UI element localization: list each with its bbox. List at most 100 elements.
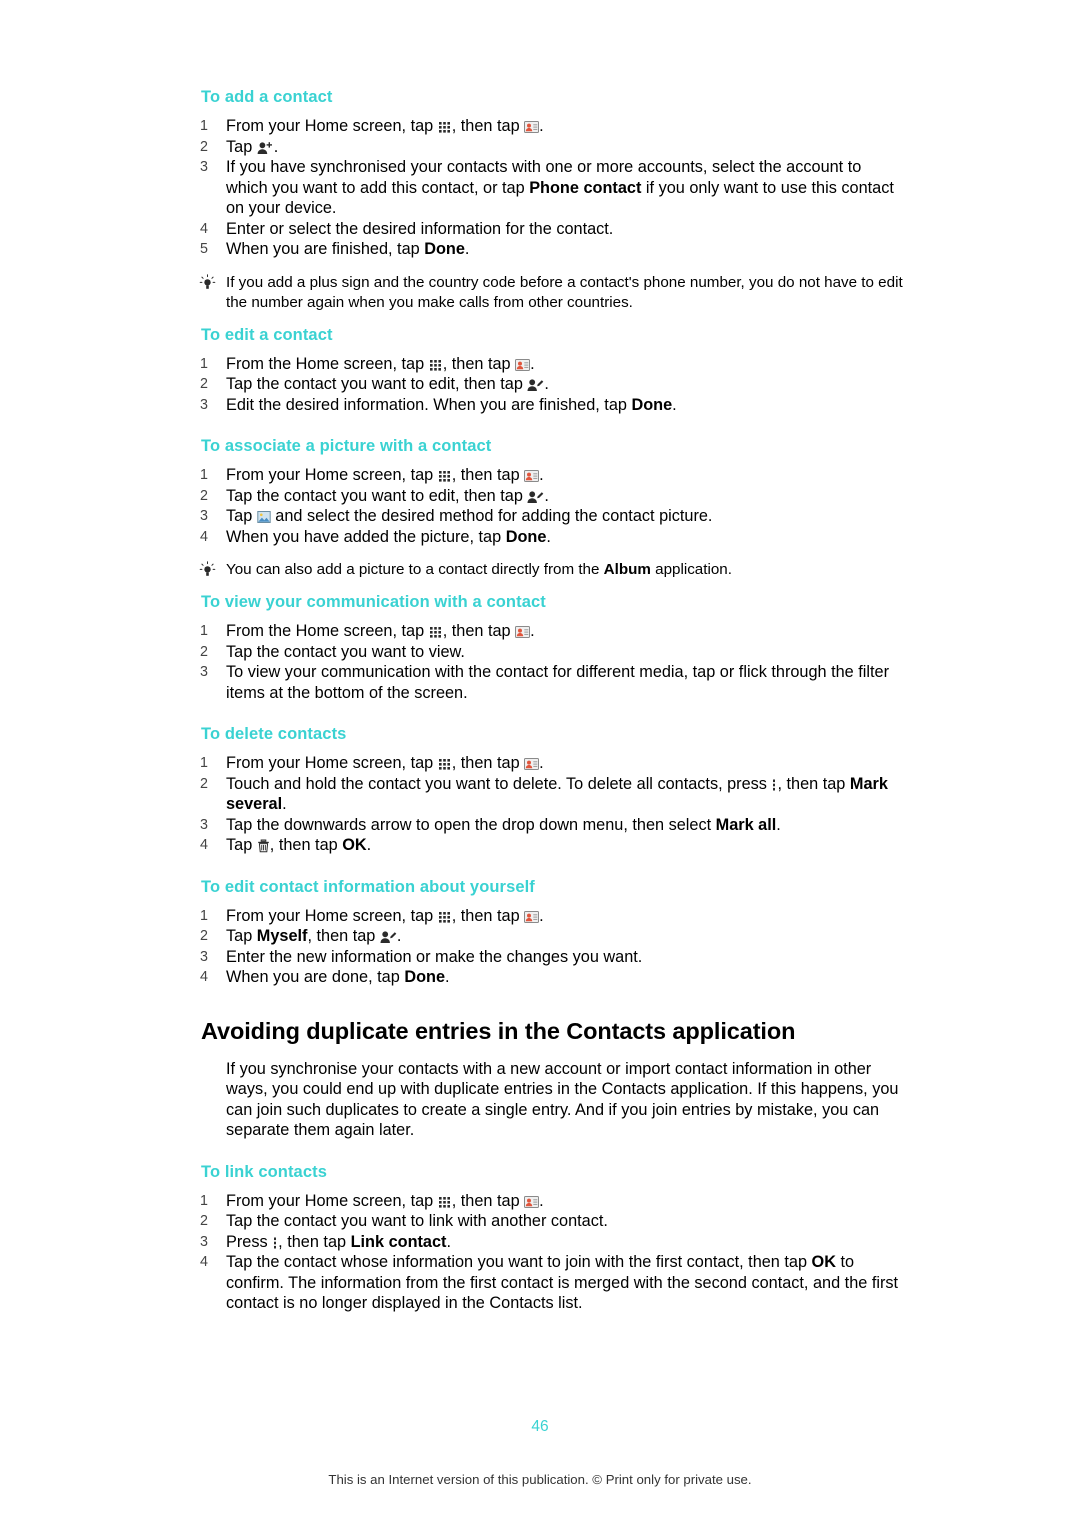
step-number: 2 [200,376,208,392]
document-page: To add a contact 1 From your Home screen,… [0,0,1080,1527]
list-item: 2 Tap the contact you want to edit, then … [175,486,905,507]
step-text: Tap . [226,137,279,156]
list-item: 5 When you are finished, tap Done. [175,239,905,260]
contacts-icon [524,469,540,483]
steps-list-edit-contact: 1 From the Home screen, tap , then tap . … [175,354,905,416]
step-text: Tap the contact you want to edit, then t… [226,375,549,393]
step-text: When you have added the picture, tap Don… [226,527,551,546]
steps-list-add-contact: 1 From your Home screen, tap , then tap .… [175,116,905,260]
contacts-icon [524,120,540,134]
section-heading-associate-picture: To associate a picture with a contact [201,437,492,455]
edit-contact-icon [380,930,397,944]
tip-text: You can also add a picture to a contact … [226,561,732,578]
apps-grid-icon [438,757,452,771]
step-text: Edit the desired information. When you a… [226,395,677,414]
step-number: 3 [200,396,208,413]
step-number: 3 [200,816,208,833]
list-item: 1 From your Home screen, tap , then tap . [175,906,905,927]
chapter-body: If you synchronise your contacts with a … [226,1059,899,1140]
list-item: 4 Tap , then tap OK. [175,835,905,856]
section-heading-edit-contact: To edit a contact [201,325,333,344]
step-text: When you are finished, tap Done. [226,240,470,258]
step-text: Enter or select the desired information … [226,219,614,238]
contacts-icon [515,358,531,372]
page-footer: This is an Internet version of this publ… [328,1472,752,1487]
step-number: 3 [200,948,208,965]
list-item: 1 From your Home screen, tap , then tap . [175,465,905,486]
step-number: 1 [200,355,208,372]
trash-icon [257,839,270,853]
step-number: 1 [200,1192,208,1209]
section-heading-delete-contacts: To delete contacts [201,725,347,743]
section-heading-view-communication: To view your communication with a contac… [201,593,546,611]
step-text: From the Home screen, tap , then tap . [226,622,535,640]
step-text: Press , then tap Link contact. [226,1232,452,1251]
contacts-icon [524,910,540,924]
step-text: Tap the contact you want to view. [226,642,465,661]
step-text: To view your communication with the cont… [226,663,890,702]
add-contact-icon [257,141,274,155]
step-text: Touch and hold the contact you want to d… [226,774,888,814]
step-number: 2 [200,928,208,944]
list-item: 2 Tap . [175,137,905,158]
list-item: 4 Tap the contact whose information you w… [175,1252,905,1314]
edit-contact-icon [527,490,544,504]
step-number: 1 [200,118,208,134]
step-text: From your Home screen, tap , then tap . [226,466,544,484]
tip-note-associate-picture: You can also add a picture to a contact … [175,560,905,580]
list-item: 1 From your Home screen, tap , then tap . [175,116,905,137]
list-item: 2 Tap the contact you want to link with a… [175,1211,905,1232]
step-number: 1 [200,907,208,924]
step-text: Tap Myself, then tap . [226,927,402,945]
step-text: Tap , then tap OK. [226,836,372,854]
lightbulb-tip-icon [199,561,216,578]
step-number: 5 [200,241,208,257]
step-number: 4 [200,1254,208,1270]
list-item: 3 Edit the desired information. When you … [175,395,905,416]
step-text: From your Home screen, tap , then tap . [226,754,544,772]
step-number: 4 [200,837,208,853]
tip-text: If you add a plus sign and the country c… [226,273,903,311]
list-item: 1 From your Home screen, tap , then tap . [175,1191,905,1212]
contacts-icon [515,625,531,639]
tip-note-add-contact: If you add a plus sign and the country c… [175,273,905,313]
list-item: 3 Enter the new information or make the c… [175,947,905,968]
edit-contact-icon [527,378,544,392]
step-number: 2 [200,1213,208,1229]
steps-list-link-contacts: 1 From your Home screen, tap , then tap .… [175,1191,905,1314]
apps-grid-icon [429,625,443,639]
step-text: From the Home screen, tap , then tap . [226,354,535,373]
step-number: 4 [200,528,208,545]
list-item: 2 Tap the contact you want to edit, then … [175,374,905,395]
step-number: 1 [200,467,208,483]
step-number: 1 [200,755,208,771]
page-content: To add a contact 1 From your Home screen,… [175,88,905,1314]
list-item: 1 From the Home screen, tap , then tap . [175,621,905,642]
step-number: 1 [200,623,208,639]
lightbulb-tip-icon [199,273,216,291]
step-number: 4 [200,969,208,985]
apps-grid-icon [438,910,452,924]
list-item: 4 Enter or select the desired information… [175,219,905,240]
apps-grid-icon [438,1195,452,1209]
step-text: Tap the contact you want to link with an… [226,1212,608,1230]
step-number: 2 [200,138,208,155]
step-number: 2 [200,775,208,792]
list-item: 2 Touch and hold the contact you want to … [175,774,905,815]
list-item: 3 If you have synchronised your contacts … [175,157,905,219]
step-text: If you have synchronised your contacts w… [226,158,894,217]
step-text: Enter the new information or make the ch… [226,947,643,966]
steps-list-delete-contacts: 1 From your Home screen, tap , then tap .… [175,753,905,856]
step-number: 3 [200,508,208,524]
step-text: Tap the contact you want to edit, then t… [226,486,549,505]
step-number: 3 [200,159,208,175]
step-number: 3 [200,1233,208,1250]
page-number: 46 [531,1418,549,1435]
list-item: 4 When you have added the picture, tap Do… [175,527,905,548]
list-item: 3 Tap and select the desired method for a… [175,506,905,527]
page-title: Avoiding duplicate entries in the Contac… [201,1017,796,1044]
picture-icon [257,510,271,524]
step-text: From your Home screen, tap , then tap . [226,117,544,135]
steps-list-edit-own-info: 1 From your Home screen, tap , then tap .… [175,906,905,988]
step-text: Tap the downwards arrow to open the drop… [226,815,781,834]
